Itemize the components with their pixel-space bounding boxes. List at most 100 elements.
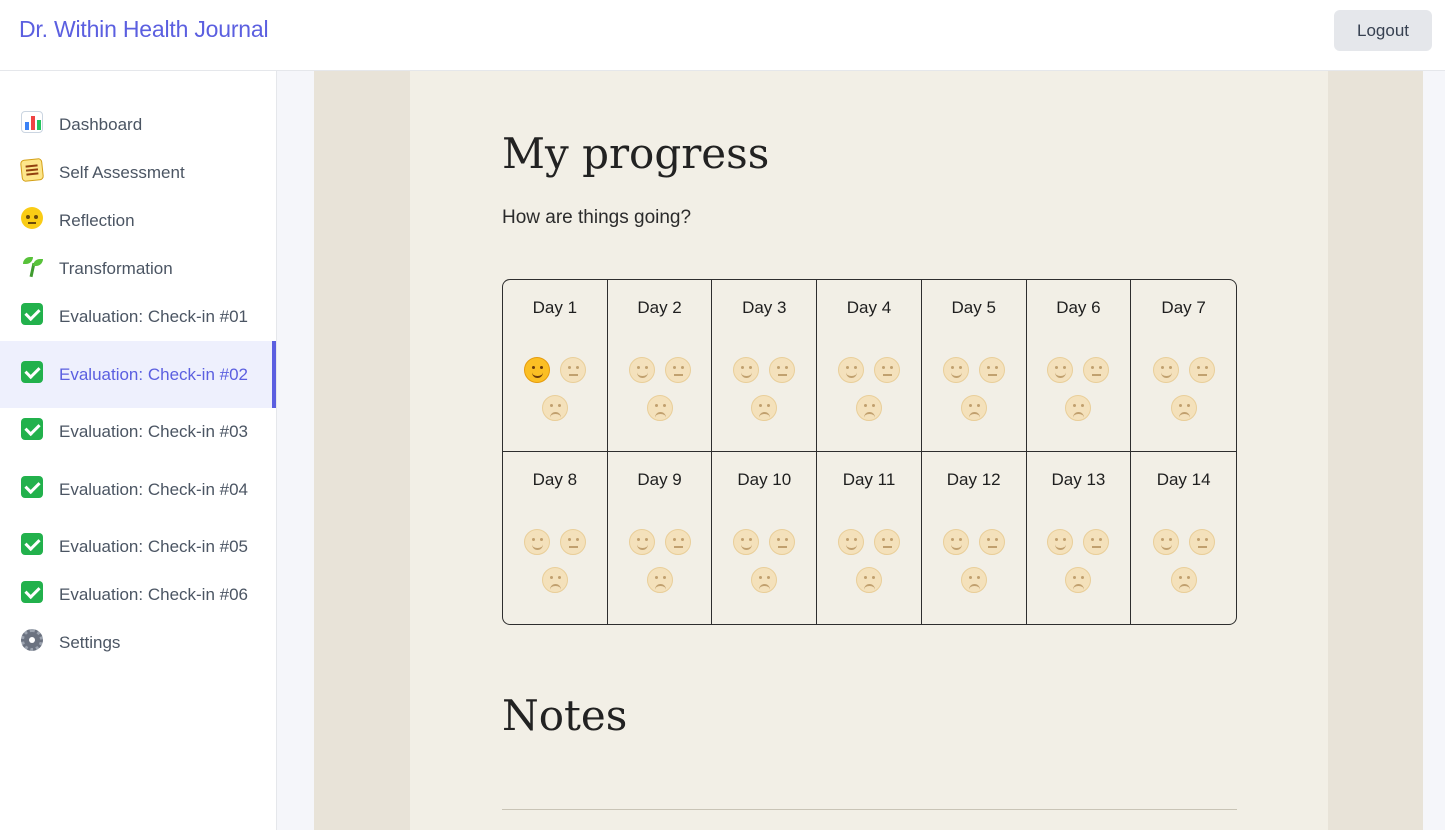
sidebar-item-label: Settings xyxy=(59,633,121,652)
sidebar-item-check-in-01[interactable]: Evaluation: Check-in #01 xyxy=(0,293,276,341)
sad-face-icon[interactable] xyxy=(1065,395,1092,421)
neutral-face-icon[interactable] xyxy=(873,529,900,555)
check-mark-icon xyxy=(20,303,44,331)
mood-row xyxy=(503,395,607,433)
sad-face-icon[interactable] xyxy=(1170,395,1197,421)
happy-face-icon[interactable] xyxy=(1152,529,1179,555)
neutral-face-icon[interactable] xyxy=(1083,529,1110,555)
sidebar-item-check-in-05[interactable]: Evaluation: Check-in #05 xyxy=(0,523,276,571)
day-cell: Day 1 xyxy=(503,280,608,452)
sad-face-icon[interactable] xyxy=(751,395,778,421)
mood-row xyxy=(922,395,1026,433)
sidebar-item-check-in-04[interactable]: Evaluation: Check-in #04 xyxy=(0,456,276,523)
happy-face-icon[interactable] xyxy=(733,357,760,383)
mood-row xyxy=(503,567,607,605)
sad-face-icon[interactable] xyxy=(855,567,882,593)
sidebar-item-self-assessment[interactable]: Self Assessment xyxy=(0,149,276,197)
happy-face-icon[interactable] xyxy=(733,529,760,555)
sidebar-item-label: Transformation xyxy=(59,259,173,278)
sad-face-icon[interactable] xyxy=(1170,567,1197,593)
sad-face-icon[interactable] xyxy=(1065,567,1092,593)
happy-face-icon[interactable] xyxy=(1047,529,1074,555)
happy-face-icon[interactable] xyxy=(628,529,655,555)
neutral-face-icon[interactable] xyxy=(1188,357,1215,383)
notes-title: Notes xyxy=(502,691,628,740)
mood-options xyxy=(608,357,712,433)
day-cell: Day 14 xyxy=(1131,452,1236,624)
logout-button[interactable]: Logout xyxy=(1334,10,1432,51)
happy-face-icon[interactable] xyxy=(837,529,864,555)
happy-face-icon[interactable] xyxy=(628,357,655,383)
happy-face-icon[interactable] xyxy=(523,357,550,383)
day-label: Day 7 xyxy=(1161,298,1206,317)
mood-row xyxy=(503,529,607,567)
day-cell: Day 2 xyxy=(607,280,713,452)
happy-face-icon[interactable] xyxy=(837,357,864,383)
neutral-face-icon[interactable] xyxy=(978,529,1005,555)
neutral-face-icon[interactable] xyxy=(769,529,796,555)
mood-row xyxy=(712,395,816,433)
sad-face-icon[interactable] xyxy=(541,567,568,593)
sad-face-icon[interactable] xyxy=(855,395,882,421)
mood-options xyxy=(503,529,607,605)
mood-row xyxy=(608,567,712,605)
day-label: Day 5 xyxy=(951,298,996,317)
seedling-icon xyxy=(20,255,44,283)
mood-row xyxy=(817,529,921,567)
happy-face-icon[interactable] xyxy=(942,529,969,555)
neutral-face-icon[interactable] xyxy=(559,357,586,383)
neutral-face-icon[interactable] xyxy=(873,357,900,383)
neutral-face-icon[interactable] xyxy=(664,529,691,555)
neutral-face-icon[interactable] xyxy=(1188,529,1215,555)
sad-face-icon[interactable] xyxy=(646,395,673,421)
happy-face-icon[interactable] xyxy=(1152,357,1179,383)
sad-face-icon[interactable] xyxy=(751,567,778,593)
sidebar-item-check-in-02[interactable]: Evaluation: Check-in #02 xyxy=(0,341,276,408)
thinking-face-icon xyxy=(20,207,44,235)
neutral-face-icon[interactable] xyxy=(664,357,691,383)
happy-face-icon[interactable] xyxy=(1047,357,1074,383)
day-cell: Day 12 xyxy=(922,452,1027,624)
day-label: Day 3 xyxy=(742,298,787,317)
day-cell: Day 3 xyxy=(712,280,818,452)
mood-row xyxy=(1027,529,1131,567)
mood-grid: Day 1 Day 2 Day 3 Day 4 Day 5 Day 6 Day 7 Day 8… xyxy=(502,279,1237,625)
happy-face-icon[interactable] xyxy=(523,529,550,555)
mood-row xyxy=(1131,529,1236,567)
sidebar-item-settings[interactable]: Settings xyxy=(0,619,276,667)
neutral-face-icon[interactable] xyxy=(559,529,586,555)
mood-row xyxy=(1131,357,1236,395)
neutral-face-icon[interactable] xyxy=(769,357,796,383)
day-cell: Day 10 xyxy=(712,452,818,624)
sidebar-item-transformation[interactable]: Transformation xyxy=(0,245,276,293)
sidebar-item-check-in-03[interactable]: Evaluation: Check-in #03 xyxy=(0,408,276,456)
happy-face-icon[interactable] xyxy=(942,357,969,383)
mood-row xyxy=(1131,395,1236,433)
sidebar-item-label: Reflection xyxy=(59,211,135,230)
sidebar-nav: Dashboard Self Assessment Reflection Tra… xyxy=(0,101,276,667)
day-cell: Day 7 xyxy=(1131,280,1236,452)
sidebar-item-reflection[interactable]: Reflection xyxy=(0,197,276,245)
sidebar-item-dashboard[interactable]: Dashboard xyxy=(0,101,276,149)
sad-face-icon[interactable] xyxy=(960,395,987,421)
app-title[interactable]: Dr. Within Health Journal xyxy=(19,16,269,43)
sad-face-icon[interactable] xyxy=(960,567,987,593)
mood-options xyxy=(712,529,816,605)
sad-face-icon[interactable] xyxy=(541,395,568,421)
journal-desk: My progress How are things going? Day 1D… xyxy=(314,71,1423,830)
neutral-face-icon[interactable] xyxy=(1083,357,1110,383)
day-cell: Day 5 xyxy=(921,280,1027,452)
neutral-face-icon[interactable] xyxy=(978,357,1005,383)
mood-options xyxy=(1027,357,1131,433)
bar-chart-icon xyxy=(20,111,44,139)
mood-row xyxy=(1027,357,1131,395)
sidebar-item-check-in-06[interactable]: Evaluation: Check-in #06 xyxy=(0,571,276,619)
mood-row xyxy=(1131,567,1236,605)
page-subtitle: How are things going? xyxy=(502,207,692,228)
mood-row xyxy=(503,357,607,395)
sad-face-icon[interactable] xyxy=(646,567,673,593)
mood-options xyxy=(1131,357,1236,433)
mood-row xyxy=(922,357,1026,395)
mood-row xyxy=(1027,395,1131,433)
mood-row xyxy=(608,529,712,567)
